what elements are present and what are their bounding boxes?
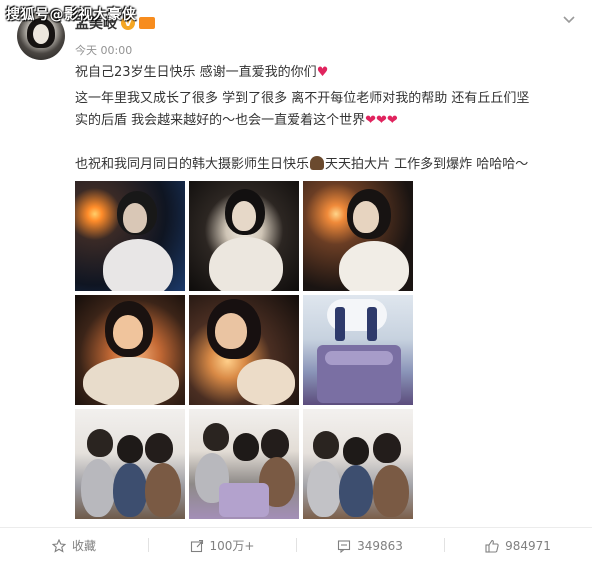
vip-crown-icon — [139, 17, 155, 29]
photo-3[interactable] — [303, 181, 413, 291]
post-text-line-2: 这一年里我又成长了很多 学到了很多 离不开每位老师对我的帮助 还有丘丘们坚 — [75, 91, 530, 106]
photo-7[interactable] — [75, 409, 185, 519]
heart-emoji: ♥ — [316, 65, 329, 80]
like-count: 984971 — [505, 538, 551, 553]
post-text-4a: 也祝和我同月同日的韩大摄影师生日快乐 — [75, 157, 310, 172]
star-icon — [51, 538, 66, 553]
favorite-label: 收藏 — [71, 539, 96, 553]
photo-9[interactable] — [303, 409, 413, 519]
share-icon — [190, 539, 203, 552]
repost-button[interactable]: 100万+ — [148, 528, 296, 563]
weibo-post-card: 搜狐号@影视大豪侠 孟美岐 V 今天 00:00 祝自己23岁生日快乐 感谢一直… — [0, 0, 592, 563]
favorite-button[interactable]: 收藏 — [0, 528, 148, 563]
photo-5[interactable] — [189, 295, 299, 405]
post-timestamp[interactable]: 今天 00:00 — [75, 42, 132, 58]
avatar-face — [33, 24, 49, 44]
hearts-emoji: ❤❤❤ — [365, 113, 398, 128]
action-bar: 收藏 100万+ 349863 984971 — [0, 528, 592, 563]
comment-button[interactable]: 349863 — [296, 528, 444, 563]
photo-8[interactable] — [189, 409, 299, 519]
post-text-4b: 天天拍大片 工作多到爆炸 哈哈哈～ — [325, 157, 529, 172]
photo-2[interactable] — [189, 181, 299, 291]
photo-grid — [75, 181, 413, 519]
photo-1[interactable] — [75, 181, 185, 291]
post-text-line-4: 也祝和我同月同日的韩大摄影师生日快乐 天天拍大片 工作多到爆炸 哈哈哈～ — [75, 154, 575, 176]
photo-6[interactable] — [303, 295, 413, 405]
thumbs-up-icon — [485, 539, 499, 553]
post-text-line-1: 祝自己23岁生日快乐 感谢一直爱我的你们♥ — [75, 62, 575, 84]
chevron-down-icon[interactable] — [562, 13, 576, 27]
like-button[interactable]: 984971 — [444, 528, 592, 563]
repost-count: 100万+ — [209, 539, 255, 553]
cake-emoji-icon — [310, 156, 325, 170]
post-text-1: 祝自己23岁生日快乐 感谢一直爱我的你们 — [75, 65, 317, 80]
post-text-3: 实的后盾 我会越来越好的～也会一直爱着这个世界 — [75, 113, 366, 128]
photo-4[interactable] — [75, 295, 185, 405]
comment-icon — [338, 539, 351, 553]
post-text-line-3: 实的后盾 我会越来越好的～也会一直爱着这个世界❤❤❤ — [75, 110, 575, 132]
comment-count: 349863 — [357, 538, 403, 553]
watermark: 搜狐号@影视大豪侠 — [6, 7, 137, 23]
